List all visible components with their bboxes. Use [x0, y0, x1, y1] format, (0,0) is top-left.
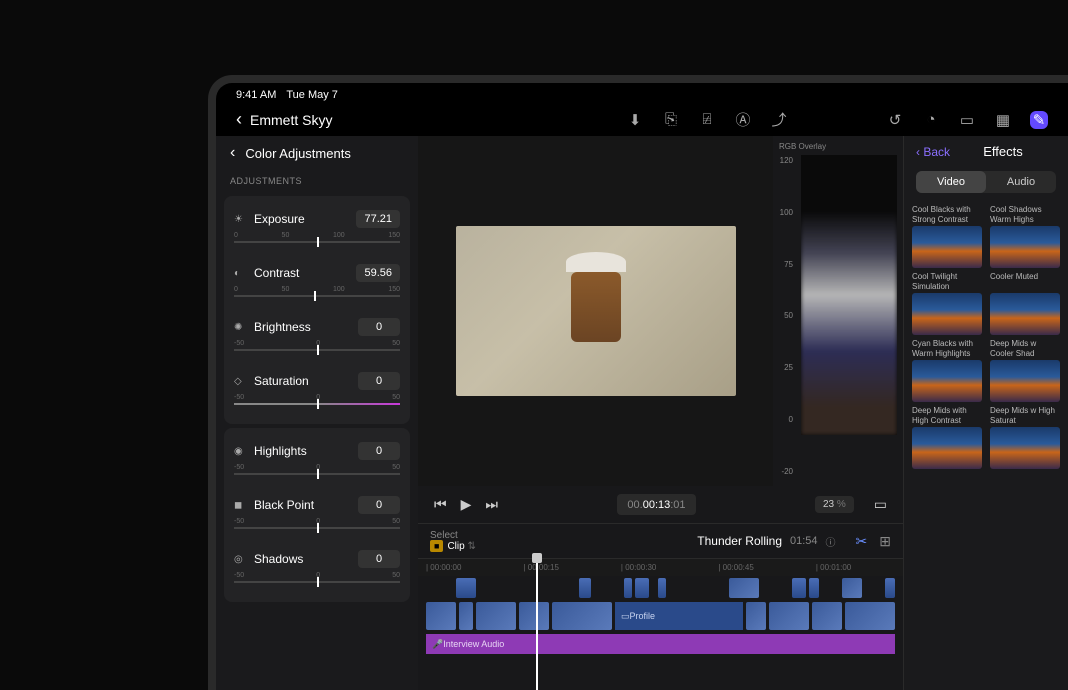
import-icon[interactable]: ⬇: [626, 111, 644, 129]
share-icon[interactable]: ⤴: [770, 111, 788, 129]
saturation-icon: ◇: [234, 376, 248, 387]
marker-icon[interactable]: Ⓐ: [734, 111, 752, 129]
adj-value[interactable]: 77.21: [356, 210, 400, 228]
adjustment-brightness: ✺ Brightness 0 -50050: [224, 310, 410, 364]
play-button[interactable]: ▶: [461, 496, 472, 513]
effect-preset[interactable]: Cool Shadows Warm Highs: [990, 205, 1060, 268]
panel-title: Color Adjustments: [245, 146, 351, 161]
effects-panel: ‹ Back Effects Video Audio Cool Blacks w…: [903, 136, 1068, 690]
adjustments-sidebar: ‹ Color Adjustments ADJUSTMENTS ☀ Exposu…: [216, 136, 418, 690]
brightness-icon: ✺: [234, 322, 248, 333]
info-icon[interactable]: ⓘ: [826, 534, 836, 549]
adj-label: Contrast: [254, 266, 299, 280]
mic-icon[interactable]: ⍯: [698, 111, 716, 129]
highlights-icon: ◉: [234, 446, 248, 457]
clip-selector[interactable]: ■Clip ⇅: [430, 541, 476, 552]
effect-preset[interactable]: Cool Twilight Simulation: [912, 272, 982, 335]
section-label: ADJUSTMENTS: [216, 170, 418, 192]
adjustment-exposure: ☀ Exposure 77.21 050100150: [224, 202, 410, 256]
media-icon[interactable]: ▦: [994, 111, 1012, 129]
adjustment-black-point: ◼ Black Point 0 -50050: [224, 488, 410, 542]
tab-audio[interactable]: Audio: [986, 171, 1056, 193]
history-icon[interactable]: ↺: [886, 111, 904, 129]
tools-icon[interactable]: ⊞: [879, 533, 891, 550]
adjustment-contrast: ◐ Contrast 59.56 050100150: [224, 256, 410, 310]
prev-frame-button[interactable]: ⏮: [434, 496, 447, 513]
adj-value[interactable]: 0: [358, 496, 400, 514]
display-options-icon[interactable]: ▭: [874, 496, 887, 513]
exposure-icon: ☀: [234, 214, 248, 225]
black point-icon: ◼: [234, 500, 248, 511]
adjustment-highlights: ◉ Highlights 0 -50050: [224, 434, 410, 488]
adj-slider[interactable]: -50050: [234, 464, 400, 484]
effect-preset[interactable]: Deep Mids w Cooler Shad: [990, 339, 1060, 402]
effects-tabs: Video Audio: [916, 171, 1056, 193]
adj-slider[interactable]: -50050: [234, 394, 400, 414]
timecode-display[interactable]: 00.00:13:01: [617, 494, 695, 515]
playhead[interactable]: [536, 559, 538, 690]
adj-label: Shadows: [254, 552, 303, 566]
adj-label: Highlights: [254, 444, 307, 458]
scope-panel: RGB Overlay 1201007550250-20: [773, 136, 903, 486]
timeline-title: Thunder Rolling: [697, 534, 782, 548]
adj-slider[interactable]: -50050: [234, 340, 400, 360]
adj-value[interactable]: 0: [358, 318, 400, 336]
timeline-duration: 01:54: [790, 535, 818, 547]
audio-clip[interactable]: 🎤 Interview Audio: [426, 634, 895, 654]
timeline-ruler[interactable]: | 00:00:00| 00:00:15| 00:00:30| 00:00:45…: [418, 558, 903, 576]
panel-back-button[interactable]: ‹: [230, 144, 235, 162]
effects-back-button[interactable]: ‹ Back: [916, 145, 950, 159]
trim-icon[interactable]: ✂: [856, 533, 868, 550]
effect-preset[interactable]: Deep Mids w High Saturat: [990, 406, 1060, 469]
adjustment-shadows: ◎ Shadows 0 -50050: [224, 542, 410, 596]
camera-icon[interactable]: ⎘: [662, 111, 680, 129]
adj-value[interactable]: 0: [358, 550, 400, 568]
status-date: Tue May 7: [286, 89, 338, 101]
adj-value[interactable]: 59.56: [356, 264, 400, 282]
project-title: Emmett Skyy: [250, 112, 332, 128]
adj-slider[interactable]: -50050: [234, 572, 400, 592]
adjustment-saturation: ◇ Saturation 0 -50050: [224, 364, 410, 418]
adj-slider[interactable]: 050100150: [234, 232, 400, 252]
next-frame-button[interactable]: ⏭: [485, 496, 498, 513]
shadows-icon: ◎: [234, 554, 248, 565]
adj-slider[interactable]: 050100150: [234, 286, 400, 306]
rgb-waveform: [801, 155, 897, 435]
adj-label: Saturation: [254, 374, 309, 388]
transport-bar: ⏮ ▶ ⏭ 00.00:13:01 23 % ▭: [418, 486, 903, 523]
video-preview[interactable]: [418, 136, 773, 486]
captions-icon[interactable]: ▭: [958, 111, 976, 129]
adj-value[interactable]: 0: [358, 442, 400, 460]
back-button[interactable]: ‹: [236, 109, 242, 130]
scope-label: RGB Overlay: [779, 142, 897, 151]
adj-label: Exposure: [254, 212, 305, 226]
effect-preset[interactable]: Cyan Blacks with Warm Highlights: [912, 339, 982, 402]
effect-preset[interactable]: Deep Mids with High Contrast: [912, 406, 982, 469]
adj-label: Brightness: [254, 320, 311, 334]
adj-value[interactable]: 0: [358, 372, 400, 390]
center-pane: RGB Overlay 1201007550250-20 ⏮ ▶ ⏭ 00.00…: [418, 136, 903, 690]
status-bar: 9:41 AM Tue May 7: [216, 83, 1068, 103]
timeline: Select ■Clip ⇅ Thunder Rolling 01:54 ⓘ ✂…: [418, 523, 903, 690]
effects-title: Effects: [983, 144, 1023, 159]
top-nav: ‹ Emmett Skyy ⬇ ⎘ ⍯ Ⓐ ⤴ ↺ ◔ ▭ ▦ ✎: [216, 103, 1068, 136]
contrast-icon: ◐: [234, 268, 248, 279]
zoom-percent[interactable]: 23 %: [815, 496, 854, 513]
adj-label: Black Point: [254, 498, 314, 512]
effects-toggle-icon[interactable]: ✎: [1030, 111, 1048, 129]
effect-preset[interactable]: Cooler Muted: [990, 272, 1060, 335]
scope-icon[interactable]: ◔: [922, 111, 940, 129]
effect-preset[interactable]: Cool Blacks with Strong Contrast: [912, 205, 982, 268]
adj-slider[interactable]: -50050: [234, 518, 400, 538]
device-frame: 9:41 AM Tue May 7 ‹ Emmett Skyy ⬇ ⎘ ⍯ Ⓐ …: [208, 75, 1068, 690]
status-time: 9:41 AM: [236, 89, 276, 101]
profile-clip[interactable]: ▭ Profile: [615, 602, 743, 630]
tab-video[interactable]: Video: [916, 171, 986, 193]
timeline-tracks[interactable]: ▭ Profile 🎤 Interview Audio: [418, 576, 903, 686]
